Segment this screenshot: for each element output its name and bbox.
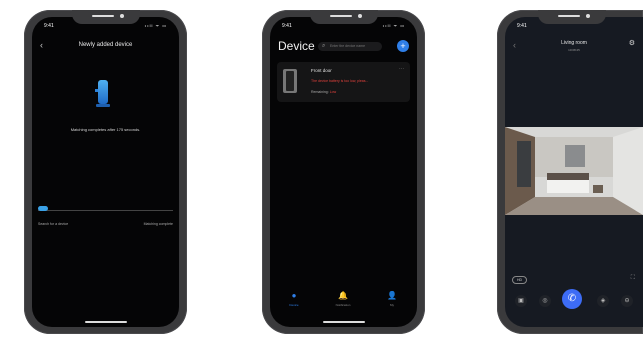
bedroom-image xyxy=(505,127,643,215)
person-icon: 👤 xyxy=(387,291,397,300)
quality-badge[interactable]: HD xyxy=(512,276,528,284)
doorbell-face xyxy=(286,71,294,91)
screen: 9:41 ••ll ᯤ ▭ ‹ Newly added device Match… xyxy=(32,17,179,327)
progress-indicator xyxy=(38,206,48,211)
unlock-button[interactable]: ◈ xyxy=(597,295,609,307)
screenshot-button[interactable]: ▣ xyxy=(515,295,527,307)
search-input[interactable]: ⌕ Enter the device name xyxy=(318,42,382,51)
status-time: 9:41 xyxy=(44,23,54,29)
speaker xyxy=(558,15,580,17)
home-indicator xyxy=(322,321,365,323)
smart-lock-icon xyxy=(95,80,110,107)
device-card[interactable]: Front door ··· The device battery is too… xyxy=(277,62,410,102)
tab-label: My xyxy=(390,303,394,307)
device-tab-icon: ● xyxy=(291,291,297,300)
status-icons: ••ll ᯤ ▭ xyxy=(144,23,167,28)
notch xyxy=(71,10,140,24)
camera-dot xyxy=(357,14,362,18)
fullscreen-icon[interactable]: ⛶ xyxy=(631,275,635,282)
tab-device[interactable]: ● Device xyxy=(274,291,314,307)
notch xyxy=(538,10,606,24)
status-time: 9:41 xyxy=(517,23,527,29)
phone-device-list: 9:41 ••ll ᯤ ▭ Device ⌕ Enter the device … xyxy=(262,10,425,334)
status-icons: ••ll ᯤ ▭ xyxy=(382,23,405,28)
tab-notification[interactable]: 🔔 Notification xyxy=(323,291,363,307)
search-placeholder: Enter the device name xyxy=(330,44,366,48)
matching-status-text: Matching completes after 175 seconds. xyxy=(70,127,141,132)
record-button[interactable]: ◎ xyxy=(539,295,551,307)
device-name: Front door xyxy=(311,68,332,73)
tab-my[interactable]: 👤 My xyxy=(372,291,412,307)
control-bar: ▣ ◎ ✆ ◈ ⊖ xyxy=(505,289,643,313)
screen: 9:41 ‹ Living room 10:08:25 ⚙ HD ⛶ ▣ ◎ ✆… xyxy=(505,17,643,327)
add-device-button[interactable]: + xyxy=(397,40,409,52)
call-button[interactable]: ✆ xyxy=(562,289,582,309)
live-video-feed[interactable] xyxy=(505,127,643,215)
speaker xyxy=(91,15,114,17)
more-button[interactable]: ⊖ xyxy=(621,295,633,307)
search-icon: ⌕ xyxy=(322,43,326,49)
status-time: 9:41 xyxy=(282,23,292,29)
page-title: Living room xyxy=(561,40,587,46)
more-icon[interactable]: ··· xyxy=(399,66,404,72)
camera-dot xyxy=(119,14,124,18)
doorbell-thumbnail xyxy=(283,69,297,93)
battery-label: Remaining: xyxy=(311,90,330,94)
tab-label: Notification xyxy=(335,303,351,307)
tab-label: Device xyxy=(289,303,299,307)
home-indicator xyxy=(84,321,127,323)
phone-live-view: 9:41 ‹ Living room 10:08:25 ⚙ HD ⛶ ▣ ◎ ✆… xyxy=(497,10,643,334)
battery-status: Remaining: Low xyxy=(311,90,336,94)
lock-base xyxy=(96,104,110,107)
battery-value: Low xyxy=(329,90,337,94)
gear-icon[interactable]: ⚙ xyxy=(629,39,635,47)
screen: 9:41 ••ll ᯤ ▭ Device ⌕ Enter the device … xyxy=(270,17,417,327)
bell-icon: 🔔 xyxy=(338,291,348,300)
search-device-label: Search for a device xyxy=(38,222,69,226)
page-title: Newly added device xyxy=(78,42,133,48)
phone-newly-added-device: 9:41 ••ll ᯤ ▭ ‹ Newly added device Match… xyxy=(24,10,187,334)
progress-track xyxy=(38,210,173,211)
matching-complete-label: Matching complete xyxy=(143,222,173,226)
speaker xyxy=(329,15,352,17)
tab-bar: ● Device 🔔 Notification 👤 My xyxy=(270,291,417,317)
page-title: Device xyxy=(278,39,315,53)
notch xyxy=(309,10,378,24)
lock-handle xyxy=(95,89,98,92)
live-timestamp: 10:08:25 xyxy=(568,48,580,52)
camera-dot xyxy=(586,14,590,18)
battery-warning: The device battery is too low, pleas... xyxy=(311,79,369,83)
